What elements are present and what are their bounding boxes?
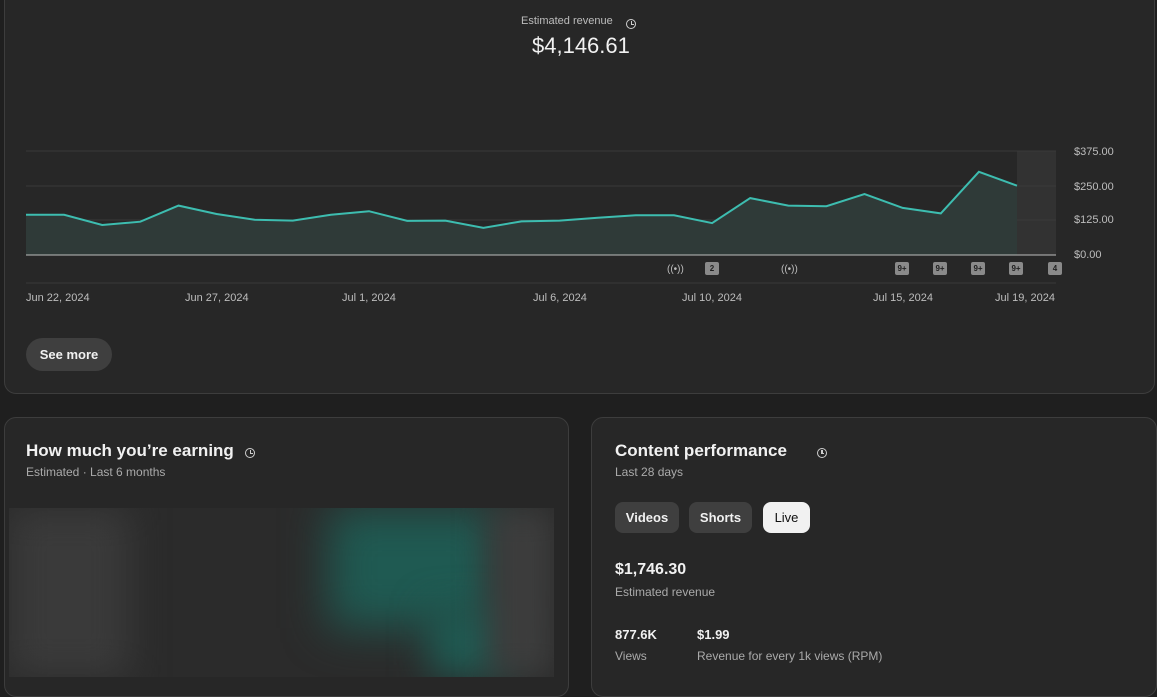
y-tick-label: $375.00 — [1074, 146, 1114, 158]
views-value: 877.6K — [615, 627, 657, 642]
chart-highlight-region — [1017, 151, 1056, 255]
rpm-value: $1.99 — [697, 627, 730, 642]
x-tick-label: Jun 27, 2024 — [185, 292, 249, 304]
earning-subtitle: Estimated · Last 6 months — [26, 465, 166, 479]
video-count-marker[interactable]: 9+ — [971, 262, 985, 275]
x-tick-label: Jul 6, 2024 — [533, 292, 587, 304]
see-more-button[interactable]: See more — [26, 338, 112, 371]
y-tick-label: $250.00 — [1074, 181, 1114, 193]
performance-title: Content performance — [615, 441, 787, 460]
x-tick-label: Jul 10, 2024 — [682, 292, 742, 304]
video-count-marker[interactable]: 2 — [705, 262, 719, 275]
blur-shape — [9, 508, 129, 677]
video-count-marker[interactable]: 9+ — [895, 262, 909, 275]
x-tick-label: Jul 1, 2024 — [342, 292, 396, 304]
blur-shape — [489, 508, 554, 677]
performance-revenue-label: Estimated revenue — [615, 585, 716, 599]
clock-icon[interactable] — [816, 448, 827, 458]
y-tick-label: $0.00 — [1074, 249, 1102, 261]
tab-videos[interactable]: Videos — [615, 502, 679, 533]
views-label: Views — [615, 649, 647, 663]
performance-subtitle: Last 28 days — [615, 465, 684, 479]
rpm-label: Revenue for every 1k views (RPM) — [697, 649, 883, 663]
tab-live[interactable]: Live — [763, 502, 810, 533]
y-tick-label: $125.00 — [1074, 214, 1114, 226]
revenue-area — [26, 171, 1017, 255]
video-count-marker[interactable]: 4 — [1048, 262, 1062, 275]
earning-title: How much you’re earning — [26, 441, 234, 460]
x-tick-label: Jul 19, 2024 — [995, 292, 1055, 304]
x-tick-label: Jul 15, 2024 — [873, 292, 933, 304]
video-count-marker[interactable]: 9+ — [933, 262, 947, 275]
live-stream-icon[interactable]: ((•)) — [781, 264, 798, 275]
tab-shorts[interactable]: Shorts — [689, 502, 752, 533]
x-tick-label: Jun 22, 2024 — [26, 292, 90, 304]
video-count-marker[interactable]: 9+ — [1009, 262, 1023, 275]
performance-revenue-value: $1,746.30 — [615, 561, 687, 578]
earning-blurred-content — [9, 508, 554, 677]
live-stream-icon[interactable]: ((•)) — [667, 264, 684, 275]
revenue-chart[interactable] — [0, 0, 1157, 300]
